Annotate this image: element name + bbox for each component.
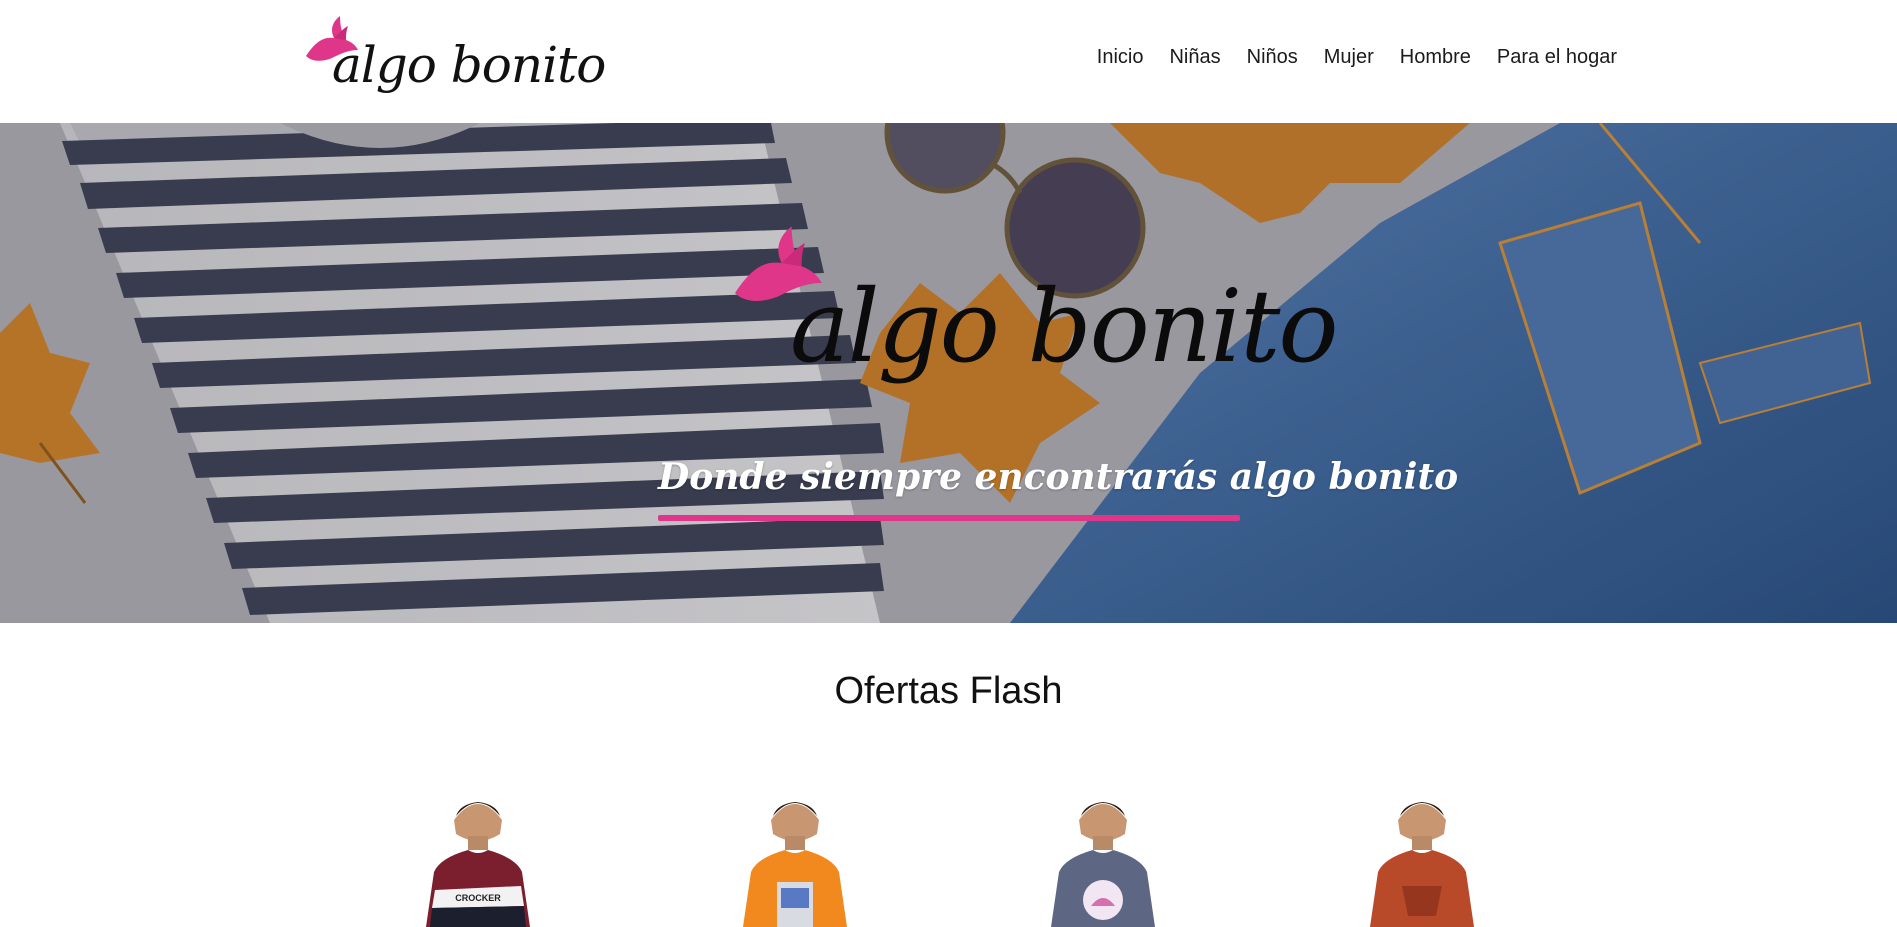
hero-tagline-underline (658, 515, 1240, 521)
product-image (743, 802, 847, 927)
product-image (1370, 802, 1474, 927)
site-logo[interactable]: algo bonito (300, 14, 606, 109)
logo-wordmark: algo bonito (332, 36, 606, 94)
offers-product-grid: CROCKER (0, 790, 1897, 927)
product-card[interactable] (1352, 790, 1492, 927)
nav-item-hombre[interactable]: Hombre (1400, 46, 1471, 69)
nav-item-mujer[interactable]: Mujer (1324, 46, 1374, 69)
nav-item-ninos[interactable]: Niños (1247, 46, 1298, 69)
nav-item-inicio[interactable]: Inicio (1097, 46, 1144, 69)
site-header: algo bonito Inicio Niñas Niños Mujer Hom… (0, 0, 1897, 123)
main-nav: Inicio Niñas Niños Mujer Hombre Para el … (1097, 46, 1617, 69)
hero-logo: algo bonito (725, 223, 1339, 413)
product-image: CROCKER (426, 802, 530, 927)
hero-tagline: Donde siempre encontrarás algo bonito (658, 456, 1459, 498)
product-image (1051, 802, 1155, 927)
product-card[interactable] (1033, 790, 1173, 927)
nav-item-ninas[interactable]: Niñas (1169, 46, 1220, 69)
product-print-text: CROCKER (455, 893, 501, 903)
hero-banner: algo bonito Donde siempre encontrarás al… (0, 123, 1897, 623)
product-card[interactable] (725, 790, 865, 927)
offers-section-title: Ofertas Flash (834, 670, 1063, 712)
product-card[interactable]: CROCKER (408, 790, 548, 927)
hero-logo-wordmark: algo bonito (790, 268, 1339, 385)
nav-item-para-el-hogar[interactable]: Para el hogar (1497, 46, 1617, 69)
